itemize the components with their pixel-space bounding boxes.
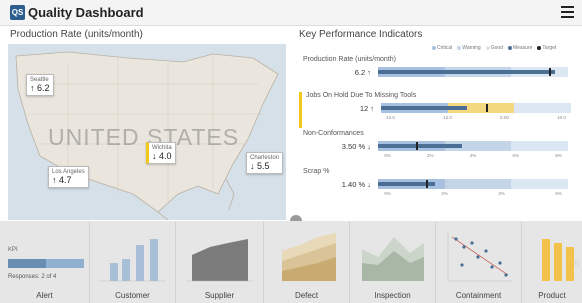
tile-label: Supplier xyxy=(204,291,235,300)
kpi-row[interactable]: Jobs On Hold Due To Missing Tools 12 ↑ 10.… xyxy=(299,92,579,128)
tick-label: 2% xyxy=(441,191,448,196)
trend-down-icon: ↓ xyxy=(250,161,255,171)
bullet-target xyxy=(549,68,551,76)
map-panel: Production Rate (units/month) UNITED STA… xyxy=(0,26,292,221)
legend-item: Good xyxy=(485,45,503,51)
legend-item: Target xyxy=(537,45,556,51)
app-logo: QS xyxy=(10,5,25,20)
tick-label: 4% xyxy=(469,153,477,158)
product-bar-thumbnail xyxy=(542,239,574,281)
alert-responses: Responses: 2 of 4 xyxy=(8,274,57,280)
bullet-target xyxy=(425,180,428,188)
trend-up-icon: ↑ xyxy=(52,175,57,185)
trend-down-icon: ↓ xyxy=(152,151,157,161)
containment-scatter-thumbnail xyxy=(447,233,512,282)
hamburger-menu-icon[interactable] xyxy=(561,6,574,18)
kpi-row[interactable]: Production Rate (units/month) 6.2 ↑ xyxy=(299,56,579,92)
top-bar: QS Quality Dashboard xyxy=(0,0,582,26)
legend-swatch xyxy=(507,45,512,50)
legend-swatch xyxy=(485,45,490,50)
us-map[interactable]: UNITED STATES Seattle ↑ 6.2 Wichita ↓ 4.… xyxy=(8,44,286,220)
tick-label: 3% xyxy=(498,191,505,196)
tile-inspection[interactable]: Inspection xyxy=(350,221,436,303)
alert-progress-fill xyxy=(8,259,46,268)
tile-label: Alert xyxy=(36,291,53,300)
bullet-chart xyxy=(378,179,568,189)
tile-label: Defect xyxy=(294,291,319,300)
country-label: UNITED STATES xyxy=(48,124,240,150)
app-title: Quality Dashboard xyxy=(28,5,144,20)
customer-bar-thumbnail xyxy=(100,239,166,282)
tick-label: 12.0 xyxy=(443,115,452,120)
kpi-legend: Critical Warning Good Measure Target xyxy=(432,45,556,51)
trend-down-icon: ↓ xyxy=(367,180,371,189)
legend-swatch xyxy=(432,45,436,50)
inspection-area-thumbnail xyxy=(362,237,424,281)
kpi-value: 6.2 ↑ xyxy=(354,68,371,77)
tile-alert[interactable]: KPI Responses: 2 of 4 Alert xyxy=(0,221,90,303)
alert-progress-bar xyxy=(8,259,84,268)
bullet-target xyxy=(416,142,418,150)
tick-label: 10.0 xyxy=(386,115,395,120)
tick-label: 10.0 xyxy=(557,115,566,120)
kpi-name: Scrap % xyxy=(303,168,330,175)
tick-label: 0% xyxy=(384,191,391,196)
tile-containment[interactable]: Containment xyxy=(436,221,522,303)
chevron-right-icon[interactable]: › xyxy=(575,255,579,269)
city-value: 5.5 xyxy=(257,161,270,171)
map-panel-title: Production Rate (units/month) xyxy=(10,29,143,40)
bullet-measure xyxy=(378,70,555,74)
city-value: 6.2 xyxy=(37,83,50,93)
tick-label: 8% xyxy=(555,153,562,158)
legend-item: Critical xyxy=(432,45,452,51)
bottom-tiles: KPI Responses: 2 of 4 Alert Customer Sup… xyxy=(0,221,582,303)
supplier-area-thumbnail xyxy=(186,239,252,282)
tile-label: Product xyxy=(538,291,566,300)
tick-label: 6% xyxy=(512,153,520,158)
kpi-value: 12 ↑ xyxy=(359,104,374,113)
tile-label: Containment xyxy=(455,291,502,300)
city-value: 4.7 xyxy=(59,175,72,185)
trend-up-icon: ↑ xyxy=(370,104,374,113)
kpi-value: 1.40 % ↓ xyxy=(341,180,371,189)
tile-label: Inspection xyxy=(374,291,411,300)
tick-label: 5% xyxy=(555,191,562,196)
bullet-chart xyxy=(378,67,568,77)
bullet-measure xyxy=(378,144,462,148)
tick-label: 5.00 xyxy=(500,115,509,120)
tile-product[interactable]: Product › xyxy=(522,221,582,303)
bullet-chart xyxy=(381,103,571,113)
tick-label: 2% xyxy=(426,153,434,158)
kpi-panel: Key Performance Indicators Critical Warn… xyxy=(292,26,582,221)
kpi-panel-title: Key Performance Indicators xyxy=(299,29,423,40)
kpi-name: Jobs On Hold Due To Missing Tools xyxy=(306,92,417,99)
bullet-chart xyxy=(378,141,568,151)
kpi-value: 3.50 % ↓ xyxy=(341,142,371,151)
trend-up-icon: ↑ xyxy=(30,83,35,93)
legend-item: Measure xyxy=(507,45,532,51)
tile-supplier[interactable]: Supplier xyxy=(176,221,264,303)
city-callout-wichita[interactable]: Wichita ↓ 4.0 xyxy=(146,142,176,164)
city-value: 4.0 xyxy=(159,151,172,161)
bullet-target xyxy=(485,104,488,112)
kpi-name: Production Rate (units/month) xyxy=(303,56,396,63)
legend-item: Warning xyxy=(457,45,481,51)
city-callout-seattle[interactable]: Seattle ↑ 6.2 xyxy=(26,74,54,96)
kpi-row[interactable]: Non-Conformances 3.50 % ↓ 0% 2% 4% 6% 8% xyxy=(299,130,579,166)
legend-swatch xyxy=(537,45,542,50)
city-callout-charleston[interactable]: Charleston ↓ 5.5 xyxy=(246,152,284,174)
tile-defect[interactable]: Defect xyxy=(264,221,350,303)
kpi-name: Non-Conformances xyxy=(303,130,364,137)
trend-down-icon: ↓ xyxy=(367,142,371,151)
kpi-row[interactable]: Scrap % 1.40 % ↓ 0% 2% 3% 5% xyxy=(299,168,579,204)
tile-label: Customer xyxy=(115,291,150,300)
defect-stacked-area-thumbnail xyxy=(282,233,336,281)
alert-kpi-label: KPI xyxy=(8,247,18,253)
city-callout-los-angeles[interactable]: Los Angeles ↑ 4.7 xyxy=(48,166,89,188)
legend-swatch xyxy=(457,45,462,50)
trend-up-icon: ↑ xyxy=(367,68,371,77)
tile-customer[interactable]: Customer xyxy=(90,221,176,303)
tick-label: 0% xyxy=(384,153,391,158)
bullet-measure xyxy=(381,106,467,110)
